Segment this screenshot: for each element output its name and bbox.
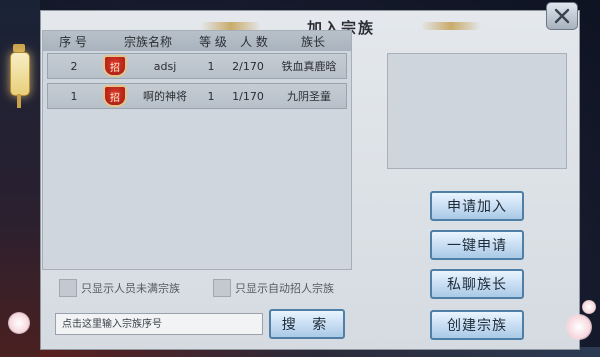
blossom-decoration <box>566 314 592 340</box>
clan-members: 2/170 <box>232 59 264 73</box>
header-index: 序 号 <box>59 34 87 49</box>
row-index: 1 <box>70 89 78 103</box>
clan-level: 1 <box>207 59 215 73</box>
clan-level: 1 <box>207 89 215 103</box>
clan-name: adsj <box>153 59 177 73</box>
table-header: 序 号 宗族名称 等 级 人 数 族长 <box>43 31 351 51</box>
clan-leader: 铁血真鹿晗 <box>281 60 337 73</box>
row-index: 2 <box>70 59 78 73</box>
header-leader: 族长 <box>300 34 325 49</box>
clan-leader: 九阴圣童 <box>287 90 331 103</box>
table-row[interactable]: 2 招 adsj 1 2/170 铁血真鹿晗 <box>47 53 347 79</box>
recruit-badge-icon: 招 <box>100 85 130 107</box>
not-full-label: 只显示人员未满宗族 <box>81 282 180 295</box>
clan-id-search-input[interactable] <box>55 313 263 335</box>
title-ornament-left <box>201 22 261 30</box>
create-clan-button[interactable]: 创建宗族 <box>430 310 524 340</box>
title-ornament-right <box>421 22 481 30</box>
filter-not-full[interactable]: 只显示人员未满宗族 <box>59 279 180 297</box>
header-level: 等 级 <box>199 34 227 49</box>
apply-join-button[interactable]: 申请加入 <box>430 191 524 221</box>
not-full-checkbox[interactable] <box>59 279 77 297</box>
one-click-apply-button[interactable]: 一键申请 <box>430 230 524 260</box>
search-button[interactable]: 搜 索 <box>269 309 345 339</box>
filter-auto-recruit[interactable]: 只显示自动招人宗族 <box>213 279 334 297</box>
blossom-decoration <box>8 312 30 334</box>
close-button[interactable] <box>546 2 578 30</box>
auto-recruit-checkbox[interactable] <box>213 279 231 297</box>
clan-info-panel <box>387 53 567 169</box>
header-name: 宗族名称 <box>123 34 172 49</box>
clan-name: 啊的神将 <box>143 90 187 103</box>
recruit-badge-icon: 招 <box>100 55 130 77</box>
lantern-decoration <box>9 44 30 108</box>
auto-recruit-label: 只显示自动招人宗族 <box>235 282 334 295</box>
header-members: 人 数 <box>240 34 268 49</box>
table-row[interactable]: 1 招 啊的神将 1 1/170 九阴圣童 <box>47 83 347 109</box>
clan-members: 1/170 <box>232 89 264 103</box>
clan-list: 序 号 宗族名称 等 级 人 数 族长 2 招 adsj 1 2/170 铁血真… <box>42 30 352 270</box>
blossom-decoration <box>582 300 596 314</box>
close-icon <box>554 8 570 24</box>
message-leader-button[interactable]: 私聊族长 <box>430 269 524 299</box>
